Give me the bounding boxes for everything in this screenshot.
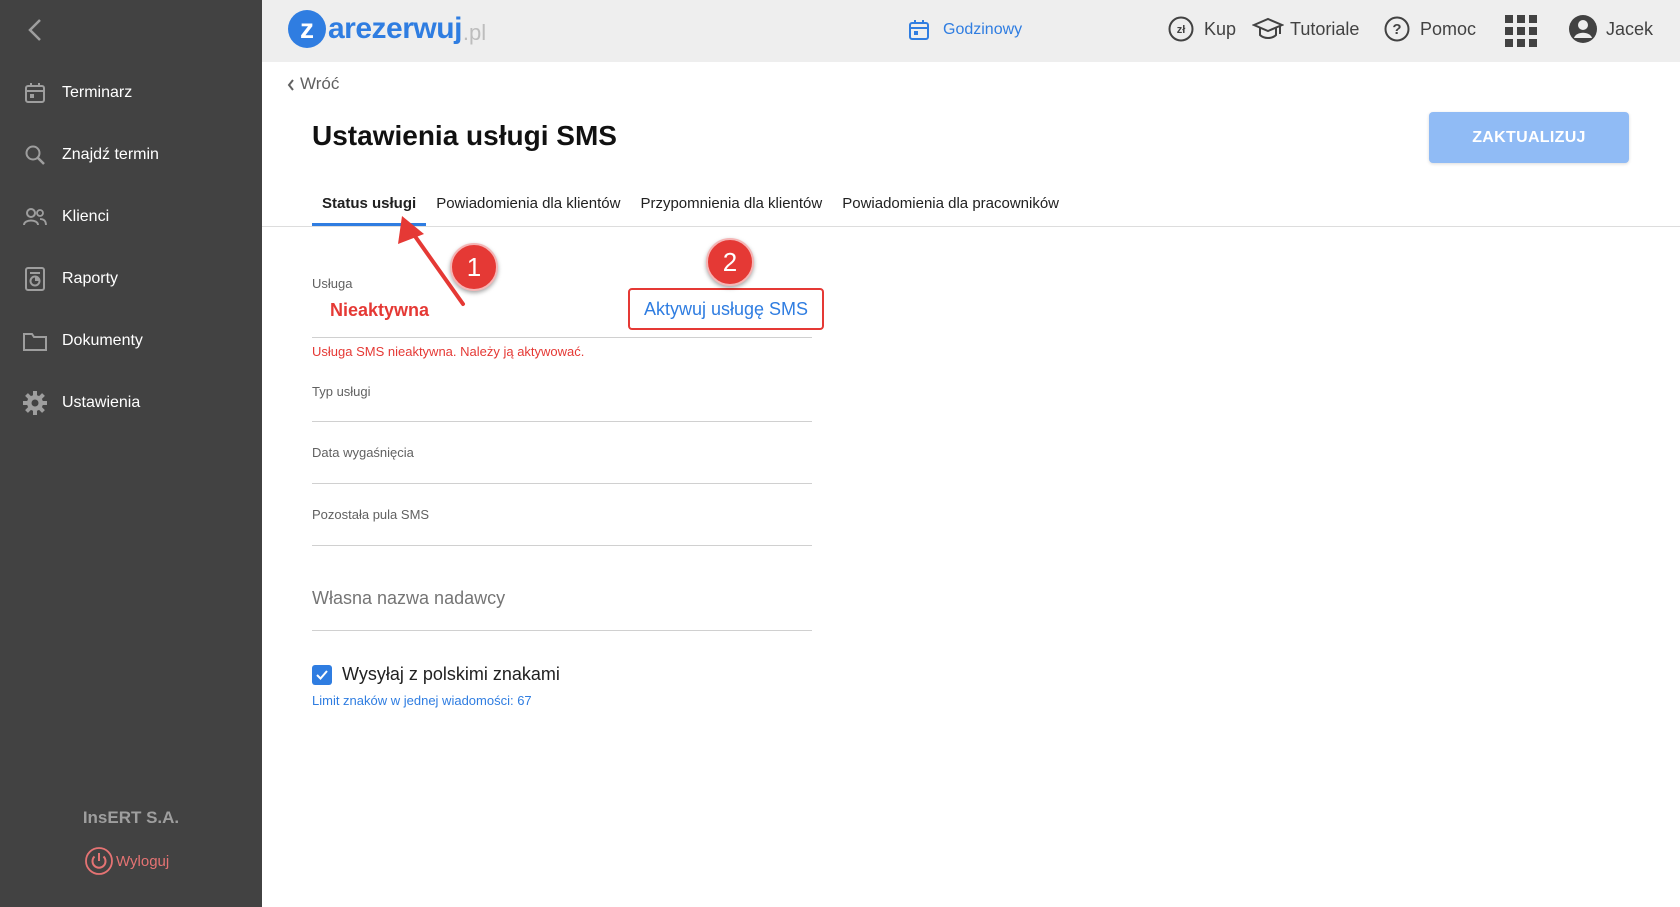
user-menu[interactable]: Jacek <box>1568 14 1653 44</box>
tab-przypomnienia-dla-klientow[interactable]: Przypomnienia dla klientów <box>630 186 832 226</box>
logo-letter: z <box>288 10 326 48</box>
update-button[interactable]: ZAKTUALIZUJ <box>1429 112 1629 163</box>
power-icon <box>84 846 114 876</box>
sidebar-item-label: Ustawienia <box>62 394 141 411</box>
logout-label: Wyloguj <box>116 852 170 870</box>
back-label: Wróć <box>300 74 340 93</box>
tutorials-button[interactable]: Tutoriale <box>1251 14 1360 44</box>
expiry-date-label: Data wygaśnięcia <box>312 445 414 460</box>
service-type-label: Typ usługi <box>312 384 371 399</box>
mode-label: Godzinowy <box>943 21 1023 38</box>
search-icon <box>22 142 48 168</box>
tabs-divider <box>262 226 1680 227</box>
sidebar-item-znajdz-termin[interactable]: Znajdź termin <box>0 124 262 186</box>
sidebar-item-raporty[interactable]: Raporty <box>0 248 262 310</box>
sender-name-input[interactable]: Własna nazwa nadawcy <box>312 588 812 631</box>
sidebar-item-ustawienia[interactable]: Ustawienia <box>0 372 262 434</box>
tab-status-uslugi[interactable]: Status usługi <box>312 186 427 226</box>
tutorials-label: Tutoriale <box>1290 18 1360 39</box>
gear-icon <box>22 390 48 416</box>
back-link[interactable]: Wróć <box>286 74 339 94</box>
sidebar-item-dokumenty[interactable]: Dokumenty <box>0 310 262 372</box>
svg-text:?: ? <box>1392 21 1401 38</box>
currency-icon: zł <box>1166 14 1196 44</box>
sidebar-item-label: Raporty <box>62 270 119 287</box>
sidebar-item-label: Klienci <box>62 208 110 225</box>
sms-pool-field: Pozostała pula SMS <box>312 507 812 546</box>
help-icon: ? <box>1382 14 1412 44</box>
polish-chars-label: Wysyłaj z polskimi znakami <box>342 664 560 684</box>
service-status-value: Nieaktywna <box>330 300 430 320</box>
calendar-icon <box>22 80 48 106</box>
svg-text:zł: zł <box>1177 24 1186 36</box>
sms-pool-label: Pozostała pula SMS <box>312 507 430 522</box>
report-icon <box>22 266 48 292</box>
collapse-back-icon[interactable] <box>22 16 50 44</box>
graduation-cap-icon <box>1251 14 1285 44</box>
service-type-field: Typ usługi <box>312 384 812 422</box>
buy-label: Kup <box>1204 18 1237 39</box>
avatar-icon <box>1568 14 1598 44</box>
character-limit-text: Limit znaków w jednej wiadomości: 67 <box>312 693 532 708</box>
page-title: Ustawienia usługi SMS <box>312 120 617 151</box>
tab-powiadomienia-dla-pracownikow[interactable]: Powiadomienia dla pracowników <box>832 186 1069 226</box>
activate-sms-button[interactable]: Aktywuj usługę SMS <box>628 288 824 330</box>
expiry-date-field: Data wygaśnięcia <box>312 445 812 484</box>
check-icon <box>316 669 328 680</box>
folder-icon <box>22 328 48 354</box>
sidebar-item-label: Znajdź termin <box>62 146 159 163</box>
chevron-left-icon <box>286 77 296 91</box>
sidebar: Terminarz Znajdź termin Klienci Raporty … <box>0 0 262 907</box>
annotation-badge-1: 1 <box>450 243 498 291</box>
polish-chars-option[interactable]: Wysyłaj z polskimi znakami <box>312 664 560 685</box>
calendar-mode-selector[interactable]: Godzinowy <box>907 18 1022 42</box>
sidebar-item-label: Dokumenty <box>62 332 143 349</box>
help-label: Pomoc <box>1420 18 1477 39</box>
help-button[interactable]: ? Pomoc <box>1382 14 1476 44</box>
service-error-message: Usługa SMS nieaktywna. Należy ją aktywow… <box>312 344 585 359</box>
logo-tld: .pl <box>462 20 487 45</box>
app-logo[interactable]: z arezerwuj .pl <box>288 10 486 48</box>
company-name: InsERT S.A. <box>82 808 180 827</box>
sidebar-item-label: Terminarz <box>62 84 133 101</box>
sender-name-placeholder: Własna nazwa nadawcy <box>312 588 506 608</box>
buy-button[interactable]: zł Kup <box>1166 14 1236 44</box>
tabs: Status usługi Powiadomienia dla klientów… <box>312 186 1069 226</box>
annotation-badge-2: 2 <box>706 238 754 286</box>
logout-button[interactable]: Wyloguj <box>84 846 169 876</box>
top-bar: z arezerwuj .pl Godzinowy zł Kup Tutoria… <box>262 0 1680 62</box>
logo-word: arezerwuj <box>328 12 462 45</box>
polish-chars-checkbox[interactable] <box>312 664 332 685</box>
apps-grid-icon[interactable] <box>1504 14 1538 48</box>
user-name: Jacek <box>1606 18 1654 39</box>
sidebar-item-terminarz[interactable]: Terminarz <box>0 62 262 124</box>
tab-powiadomienia-dla-klientow[interactable]: Powiadomienia dla klientów <box>426 186 630 226</box>
people-icon <box>22 204 48 230</box>
sidebar-item-klienci[interactable]: Klienci <box>0 186 262 248</box>
sidebar-nav: Terminarz Znajdź termin Klienci Raporty … <box>0 62 262 434</box>
calendar-icon <box>907 18 931 42</box>
